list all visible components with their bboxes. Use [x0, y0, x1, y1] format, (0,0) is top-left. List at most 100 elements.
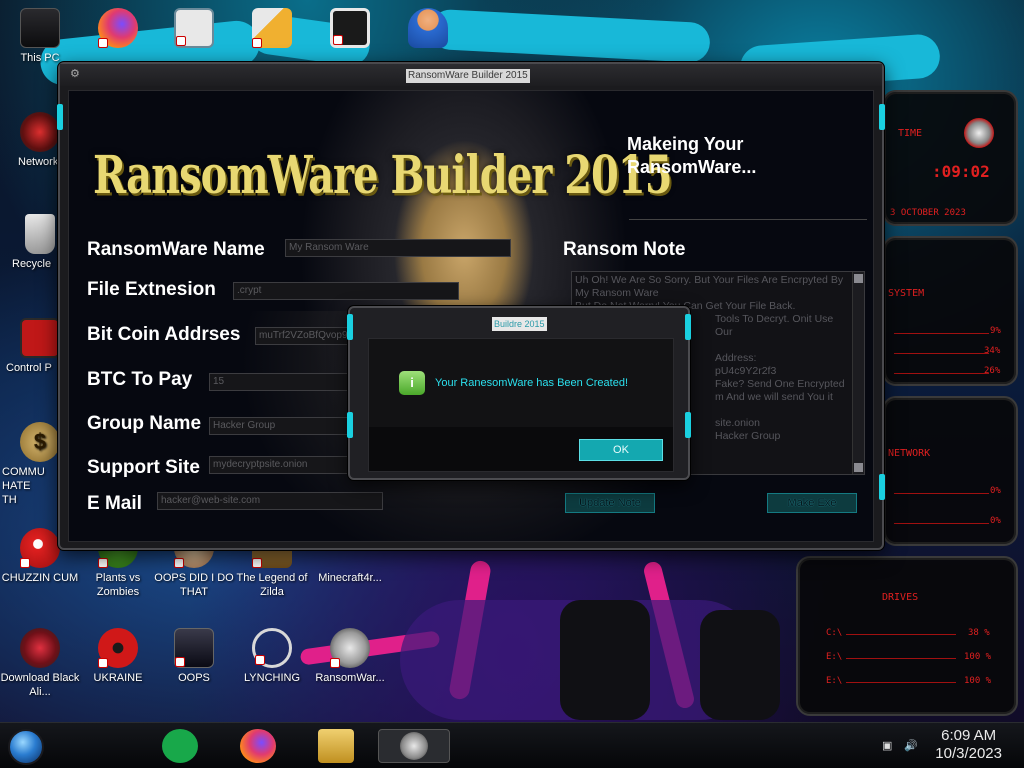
builder-banner: RansomWare Builder 2015	[93, 145, 673, 207]
desktop-icon-lynching[interactable]: LYNCHING	[232, 628, 312, 685]
desktop-icon-label: Plants vs Zombies	[95, 572, 141, 598]
dialog-message-area: i Your RanesomWare has Been Created!	[369, 339, 673, 427]
volume-icon[interactable]: 🔊	[904, 739, 918, 752]
file-explorer-icon[interactable]	[318, 729, 354, 763]
hxd-icon	[252, 8, 292, 48]
ransom-note-label: Ransom Note	[563, 239, 686, 260]
dialog-title: Buildre 2015	[492, 317, 547, 331]
builder-dialog: Buildre 2015 i Your RanesomWare has Been…	[347, 306, 691, 480]
file-extension-label: File Extnesion	[87, 279, 216, 300]
desktop-icon-firefox[interactable]	[78, 8, 158, 51]
side-tab	[879, 104, 885, 130]
network-gadget: NETWORK 0% 0%	[882, 396, 1018, 546]
desktop-icon-oops[interactable]: OOPS	[154, 628, 234, 685]
note-scrollbar[interactable]	[852, 272, 864, 474]
desktop-icon-doctor[interactable]	[388, 8, 468, 51]
monitor-icon	[174, 628, 214, 668]
desktop-icon-label: LYNCHING	[243, 672, 301, 684]
ransomware-name-label: RansomWare Name	[87, 239, 265, 260]
builder-subtitle: Makeing Your RansomWare...	[627, 134, 757, 177]
dialog-body: i Your RanesomWare has Been Created! OK	[368, 338, 674, 472]
desktop-icon-label: Minecraft4r...	[318, 572, 382, 584]
desktop-icon-label: The Legend of Zilda	[236, 572, 308, 598]
ransomware-name-input[interactable]: My Ransom Ware	[285, 239, 511, 257]
control-panel-icon	[20, 318, 60, 358]
email-input[interactable]: hacker@web-site.com	[157, 492, 383, 510]
money-bag-icon: $	[20, 422, 60, 462]
window-app-icon	[174, 8, 214, 48]
file-extension-input[interactable]: .crypt	[233, 282, 459, 300]
app-menu-icon[interactable]: ⚙	[70, 67, 80, 80]
time-label: TIME	[898, 128, 923, 139]
system-value-disk: 26%	[984, 366, 1001, 376]
desktop-icon-label: UKRAINE	[93, 672, 143, 684]
gadget-date: 3 OCTOBER 2023	[890, 208, 966, 218]
taskbar: ▣ 🔊 6:09 AM 10/3/2023	[0, 722, 1024, 768]
network-tray-icon[interactable]: ▣	[882, 739, 896, 752]
doctor-icon	[408, 8, 448, 48]
clock-date: 10/3/2023	[935, 745, 1002, 762]
builder-titlebar[interactable]: ⚙ RansomWare Builder 2015	[60, 64, 882, 86]
ransomware-taskbar-button[interactable]	[378, 729, 450, 763]
dialog-message: Your RanesomWare has Been Created!	[435, 377, 629, 389]
network-label: NETWORK	[888, 448, 931, 459]
drive-name: C:\	[826, 628, 843, 638]
desktop-icon-label: COMMU HATE TH	[2, 466, 45, 506]
desktop-icon-hxd[interactable]	[232, 8, 312, 51]
side-tab	[685, 412, 691, 438]
drives-gadget: DRIVES C:\ 38 % E:\ 100 % E:\ 100 %	[796, 556, 1018, 716]
note-line: My Ransom Ware	[575, 287, 659, 299]
chuzzle-icon	[20, 528, 60, 568]
make-exe-button[interactable]: Make Exe	[767, 493, 857, 513]
system-value-ram: 34%	[984, 346, 1001, 356]
network-value-down: 0%	[990, 516, 1001, 526]
desktop-icon-window-app[interactable]	[154, 8, 234, 51]
side-tab	[57, 104, 63, 130]
desktop-icon-download-black-alien[interactable]: Download Black Ali...	[0, 628, 80, 699]
drive-value: 38 %	[968, 628, 990, 638]
scroll-up-icon[interactable]	[854, 274, 863, 283]
network-value-up: 0%	[990, 486, 1001, 496]
skull-icon	[330, 628, 370, 668]
group-name-input[interactable]: Hacker Group	[209, 417, 359, 435]
desktop-icon-label: OOPS DID I DO THAT	[154, 572, 234, 598]
taskbar-clock[interactable]: 6:09 AM 10/3/2023	[935, 727, 1002, 763]
desktop-icon-this-pc[interactable]: This PC	[0, 8, 80, 65]
skull-icon	[400, 732, 428, 760]
ok-button[interactable]: OK	[579, 439, 663, 461]
bitcoin-address-input[interactable]: muTrf2VZoBfQvop9	[255, 327, 359, 345]
desktop-icon-label: RansomWar...	[315, 672, 385, 684]
desktop-icon-label: Download Black Ali...	[0, 672, 80, 698]
btc-to-pay-input[interactable]: 15	[209, 373, 359, 391]
firefox-taskbar-icon[interactable]	[240, 729, 276, 763]
system-label: SYSTEM	[888, 288, 925, 299]
side-tab	[347, 314, 353, 340]
time-gadget: TIME :09:02 3 OCTOBER 2023	[882, 90, 1018, 226]
update-note-button[interactable]: Update Note	[565, 493, 655, 513]
desktop-icon-label: CHUZZIN CUM	[1, 572, 79, 584]
side-tab	[685, 314, 691, 340]
drive-value: 100 %	[964, 652, 992, 662]
desktop-icon-ukraine[interactable]: UKRAINE	[78, 628, 158, 685]
side-tab	[347, 412, 353, 438]
builder-window-title: RansomWare Builder 2015	[406, 69, 530, 83]
maze-icon	[330, 8, 370, 48]
support-site-input[interactable]: mydecryptpsite.onion	[209, 456, 359, 474]
notes-app-icon[interactable]	[162, 729, 198, 763]
drives-label: DRIVES	[882, 592, 919, 603]
firefox-icon	[98, 8, 138, 48]
gadget-time: :09:02	[932, 162, 990, 181]
bitcoin-address-label: Bit Coin Addrses	[87, 324, 241, 345]
email-label: E Mail	[87, 493, 142, 514]
desktop-icon-maze[interactable]	[310, 8, 390, 51]
start-button[interactable]	[8, 729, 44, 765]
drive-name: E:\	[826, 676, 843, 686]
btc-to-pay-label: BTC To Pay	[87, 369, 193, 390]
support-site-label: Support Site	[87, 457, 200, 478]
network-icon	[20, 112, 60, 152]
desktop-icon-ransomware[interactable]: RansomWar...	[310, 628, 390, 685]
scroll-down-icon[interactable]	[854, 463, 863, 472]
info-icon: i	[399, 371, 425, 395]
drive-name: E:\	[826, 652, 843, 662]
desktop-icon-label: OOPS	[178, 672, 210, 684]
